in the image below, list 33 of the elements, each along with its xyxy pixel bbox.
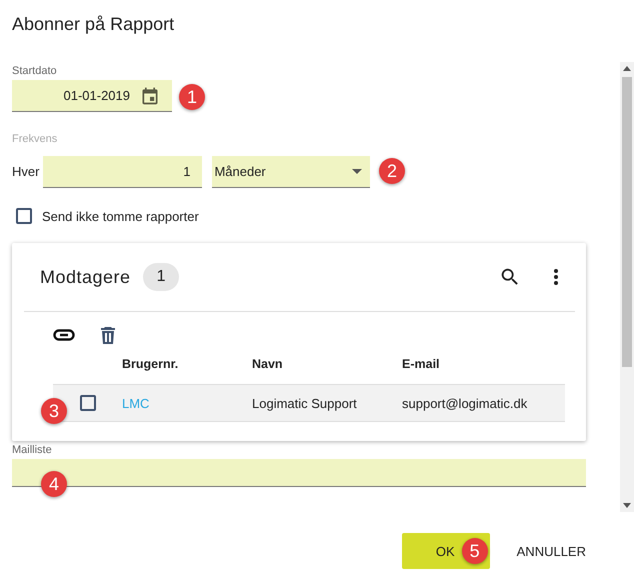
checkbox[interactable] <box>16 208 32 224</box>
step-marker: 1 <box>179 84 205 110</box>
date-field[interactable]: 01-01-2019 <box>12 80 172 112</box>
step-marker: 3 <box>41 398 67 424</box>
scroll-up-icon[interactable] <box>623 66 631 71</box>
column-header: E-mail <box>402 357 441 371</box>
section-label: Frekvens <box>12 132 58 147</box>
step-marker: 4 <box>41 471 67 497</box>
caret-icon <box>352 169 362 174</box>
step-marker: 2 <box>379 158 405 184</box>
trash-icon[interactable] <box>101 326 115 344</box>
link-icon[interactable] <box>53 329 75 341</box>
table-cell-text: Logimatic Support <box>252 396 358 410</box>
card-title: Modtagere <box>40 266 131 288</box>
field-label: Hver <box>12 164 40 180</box>
dialog-title: Abonner på Rapport <box>12 14 174 35</box>
field-label: Startdato <box>12 64 58 79</box>
more-icon[interactable] <box>553 268 559 286</box>
column-header: Navn <box>252 357 284 371</box>
column-header: Brugernr. <box>122 357 180 371</box>
scroll-down-icon[interactable] <box>623 503 631 508</box>
checkbox-label: Send ikke tomme rapporter <box>42 208 199 224</box>
unit-dropdown[interactable]: Måneder <box>212 156 370 188</box>
table-cell-text: support@logimatic.dk <box>402 396 528 410</box>
step-marker: 5 <box>462 538 488 564</box>
scrollbar[interactable] <box>620 62 634 512</box>
row-checkbox[interactable] <box>80 395 96 411</box>
field-label: Mailliste <box>12 443 53 458</box>
calendar-icon[interactable] <box>140 86 160 106</box>
ok-button[interactable]: OK 5 <box>402 533 490 569</box>
count-badge: 1 <box>142 263 180 291</box>
count-field[interactable]: 1 <box>43 156 202 188</box>
cancel-button[interactable]: ANNULLER <box>502 533 600 569</box>
